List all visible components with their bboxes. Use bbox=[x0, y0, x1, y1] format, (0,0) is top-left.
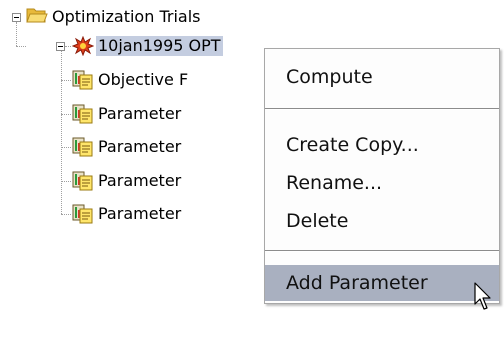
tree-child-label[interactable]: Parameter bbox=[96, 104, 183, 124]
menu-separator bbox=[265, 250, 499, 252]
menu-item-add-parameter[interactable]: Add Parameter bbox=[265, 265, 499, 301]
tree-connector bbox=[61, 114, 71, 115]
tree-child-label[interactable]: Parameter bbox=[96, 137, 183, 157]
parameter-doc-icon bbox=[72, 204, 93, 224]
context-menu: Compute Create Copy... Rename... Delete … bbox=[264, 48, 500, 304]
folder-open-icon bbox=[26, 8, 48, 23]
menu-item-rename[interactable]: Rename... bbox=[265, 165, 499, 201]
tree-connector bbox=[61, 80, 71, 81]
tree-connector bbox=[61, 214, 71, 215]
tree-child-label[interactable]: Objective F bbox=[96, 70, 190, 90]
menu-item-create-copy[interactable]: Create Copy... bbox=[265, 127, 499, 163]
menu-item-delete[interactable]: Delete bbox=[265, 203, 499, 239]
parameter-doc-icon bbox=[72, 137, 93, 157]
tree-connector bbox=[65, 46, 71, 47]
tree-connector bbox=[61, 51, 62, 214]
parameter-doc-icon bbox=[72, 104, 93, 124]
mouse-pointer-icon bbox=[474, 282, 491, 310]
trial-burst-icon bbox=[72, 36, 94, 56]
tree-root-label[interactable]: Optimization Trials bbox=[50, 7, 202, 27]
tree-connector bbox=[16, 22, 17, 46]
root-collapse-toggle[interactable] bbox=[12, 13, 21, 22]
tree-connector bbox=[16, 46, 26, 47]
parameter-doc-icon bbox=[72, 171, 93, 191]
trial-collapse-toggle[interactable] bbox=[56, 42, 65, 51]
menu-item-compute[interactable]: Compute bbox=[265, 59, 499, 95]
tree-connector bbox=[61, 147, 71, 148]
parameter-doc-icon bbox=[72, 70, 93, 90]
tree-trial-label[interactable]: 10jan1995 OPT bbox=[96, 36, 223, 56]
tree-child-label[interactable]: Parameter bbox=[96, 204, 183, 224]
menu-separator bbox=[265, 108, 499, 110]
tree-connector bbox=[61, 181, 71, 182]
tree-child-label[interactable]: Parameter bbox=[96, 171, 183, 191]
